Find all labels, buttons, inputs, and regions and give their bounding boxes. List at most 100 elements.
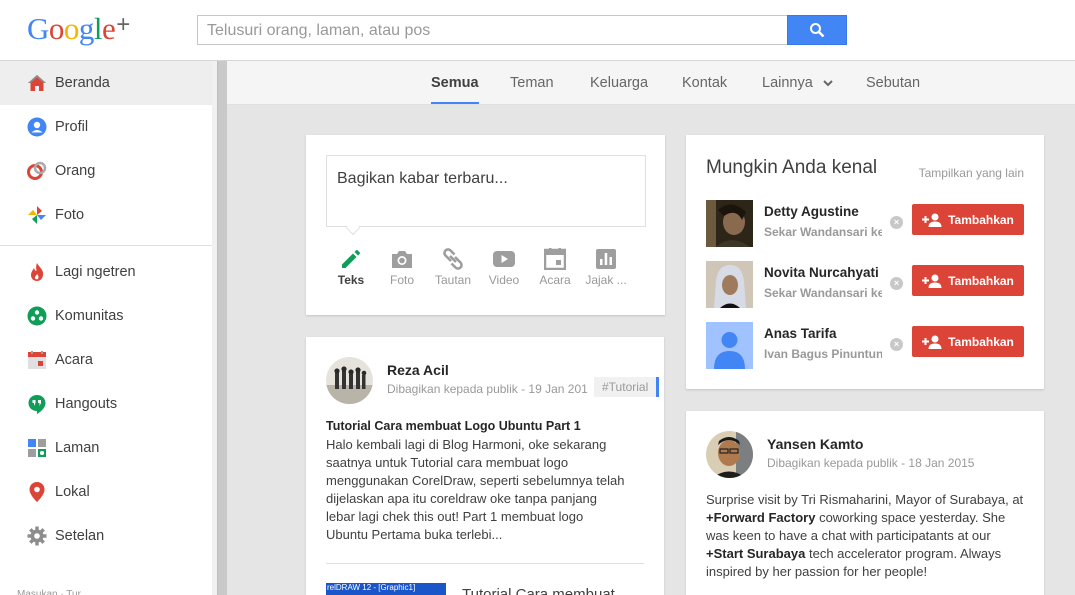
sidebar-footer-links[interactable]: Masukan · Tur bbox=[17, 589, 81, 595]
link-icon bbox=[443, 248, 463, 270]
share-option-video[interactable]: Video bbox=[479, 245, 529, 287]
add-person-button[interactable]: Tambahkan bbox=[912, 204, 1024, 235]
sidebar-item-label: Profil bbox=[55, 119, 89, 135]
tab-kontak[interactable]: Kontak bbox=[682, 61, 727, 105]
post-divider bbox=[326, 563, 644, 564]
sidebar-scrollbar[interactable] bbox=[217, 61, 227, 595]
logo-plus: + bbox=[116, 11, 130, 38]
people-icon bbox=[26, 161, 47, 182]
tab-lainnya-label: Lainnya bbox=[762, 75, 813, 91]
mention-link[interactable]: +Start Surabaya bbox=[706, 546, 805, 561]
share-option-label: Teks bbox=[337, 273, 365, 287]
share-option-label: Acara bbox=[539, 273, 571, 287]
add-person-label: Tambahkan bbox=[948, 273, 1014, 288]
sidebar-item-label: Laman bbox=[55, 440, 100, 456]
hashtag-badge[interactable]: #Tutorial bbox=[594, 377, 660, 397]
mention-link[interactable]: +Forward Factory bbox=[706, 510, 815, 525]
people-suggestions-card: Mungkin Anda kenal Tampilkan yang lain D… bbox=[686, 135, 1044, 389]
sidebar-item-acara[interactable]: Acara bbox=[0, 338, 212, 382]
avatar[interactable] bbox=[326, 357, 373, 404]
dismiss-icon[interactable]: × bbox=[890, 277, 903, 290]
add-person-icon bbox=[922, 213, 942, 227]
suggestion-mutual: Ivan Bagus Pinuntun bbox=[764, 347, 882, 361]
local-icon bbox=[26, 482, 47, 503]
show-more-link[interactable]: Tampilkan yang lain bbox=[919, 166, 1024, 180]
suggestion-name[interactable]: Anas Tarifa bbox=[764, 326, 884, 341]
sidebar-divider bbox=[0, 245, 212, 246]
tab-sebutan[interactable]: Sebutan bbox=[866, 61, 920, 105]
avatar[interactable] bbox=[706, 431, 753, 478]
post-body: Halo kembali lagi di Blog Harmoni, oke s… bbox=[326, 437, 625, 542]
avatar[interactable] bbox=[706, 200, 753, 247]
suggestion-name[interactable]: Novita Nurcahyati bbox=[764, 265, 884, 280]
link-thumbnail[interactable]: relDRAW 12 - [Graphic1] bbox=[326, 583, 446, 595]
share-card: Bagikan kabar terbaru... Teks Foto Tauta… bbox=[306, 135, 665, 315]
share-options: Teks Foto Tautan Video Acara Jajak ... bbox=[326, 245, 646, 295]
home-icon bbox=[26, 73, 47, 94]
add-person-button[interactable]: Tambahkan bbox=[912, 326, 1024, 357]
sidebar-item-foto[interactable]: Foto bbox=[0, 193, 212, 237]
post-author[interactable]: Reza Acil bbox=[387, 362, 449, 378]
sidebar-item-label: Setelan bbox=[55, 528, 105, 544]
sidebar-item-lagi-ngetren[interactable]: Lagi ngetren bbox=[0, 250, 212, 294]
post-card: Reza Acil Dibagikan kepada publik - 19 J… bbox=[306, 337, 664, 595]
search-icon bbox=[810, 23, 825, 38]
link-thumbnail-caption: relDRAW 12 - [Graphic1] bbox=[327, 583, 416, 592]
sidebar-item-setelan[interactable]: Setelan bbox=[0, 514, 212, 558]
sidebar-item-beranda[interactable]: Beranda bbox=[0, 61, 212, 105]
tab-teman[interactable]: Teman bbox=[510, 61, 554, 105]
google-plus-logo[interactable]: Google+ bbox=[27, 11, 130, 47]
post-headline: Tutorial Cara membuat Logo Ubuntu Part 1 bbox=[326, 419, 581, 433]
post-meta: Dibagikan kepada publik - 19 Jan 201 bbox=[387, 382, 588, 396]
sidebar-item-lokal[interactable]: Lokal bbox=[0, 470, 212, 514]
communities-icon bbox=[26, 306, 47, 327]
sidebar-item-komunitas[interactable]: Komunitas bbox=[0, 294, 212, 338]
video-icon bbox=[493, 251, 515, 267]
profile-icon bbox=[26, 117, 47, 138]
tab-lainnya[interactable]: Lainnya bbox=[762, 61, 833, 105]
dismiss-icon[interactable]: × bbox=[890, 216, 903, 229]
link-title[interactable]: Tutorial Cara membuat bbox=[462, 583, 615, 595]
post-text: Surprise visit by Tri Rismaharini, Mayor… bbox=[706, 492, 1024, 507]
sidebar-item-label: Acara bbox=[55, 352, 93, 368]
share-option-foto[interactable]: Foto bbox=[377, 245, 427, 287]
stream-tabs: Semua Teman Keluarga Kontak Lainnya Sebu… bbox=[227, 61, 1075, 105]
avatar[interactable] bbox=[706, 261, 753, 308]
camera-icon bbox=[392, 251, 412, 268]
calendar-icon bbox=[544, 248, 566, 270]
search-input[interactable]: Telusuri orang, laman, atau pos bbox=[197, 15, 788, 45]
sidebar-item-hangouts[interactable]: Hangouts bbox=[0, 382, 212, 426]
events-icon bbox=[26, 350, 47, 371]
post-card: Yansen Kamto Dibagikan kepada publik - 1… bbox=[686, 411, 1044, 595]
chevron-down-icon bbox=[823, 80, 833, 87]
trending-icon bbox=[26, 262, 47, 283]
share-option-teks[interactable]: Teks bbox=[326, 245, 376, 287]
sidebar-item-label: Lokal bbox=[55, 484, 90, 500]
post-author[interactable]: Yansen Kamto bbox=[767, 436, 863, 452]
tab-semua[interactable]: Semua bbox=[431, 61, 479, 104]
sidebar-item-label: Foto bbox=[55, 207, 85, 223]
dismiss-icon[interactable]: × bbox=[890, 338, 903, 351]
sidebar-item-orang[interactable]: Orang bbox=[0, 149, 212, 193]
suggestion-item: Detty Agustine Sekar Wandansari ke × Tam… bbox=[706, 200, 1026, 248]
top-bar: Google+ Telusuri orang, laman, atau pos bbox=[0, 0, 1075, 61]
suggestion-item: Anas Tarifa Ivan Bagus Pinuntun × Tambah… bbox=[706, 322, 1026, 370]
share-option-jajak[interactable]: Jajak ... bbox=[577, 245, 635, 287]
share-option-acara[interactable]: Acara bbox=[530, 245, 580, 287]
sidebar-item-label: Orang bbox=[55, 163, 96, 179]
suggestion-name[interactable]: Detty Agustine bbox=[764, 204, 884, 219]
suggestion-mutual: Sekar Wandansari ke bbox=[764, 286, 882, 300]
default-avatar-icon[interactable] bbox=[706, 322, 753, 369]
tab-keluarga[interactable]: Keluarga bbox=[590, 61, 648, 105]
search-button[interactable] bbox=[787, 15, 847, 45]
settings-icon bbox=[26, 526, 47, 547]
share-input[interactable]: Bagikan kabar terbaru... bbox=[326, 155, 646, 227]
sidebar-item-laman[interactable]: Laman bbox=[0, 426, 212, 470]
add-person-button[interactable]: Tambahkan bbox=[912, 265, 1024, 296]
sidebar-item-profil[interactable]: Profil bbox=[0, 105, 212, 149]
share-option-label: Jajak ... bbox=[585, 273, 627, 287]
share-option-tautan[interactable]: Tautan bbox=[428, 245, 478, 287]
share-option-label: Foto bbox=[389, 273, 414, 287]
share-option-label: Tautan bbox=[434, 273, 472, 287]
poll-icon bbox=[596, 249, 616, 269]
